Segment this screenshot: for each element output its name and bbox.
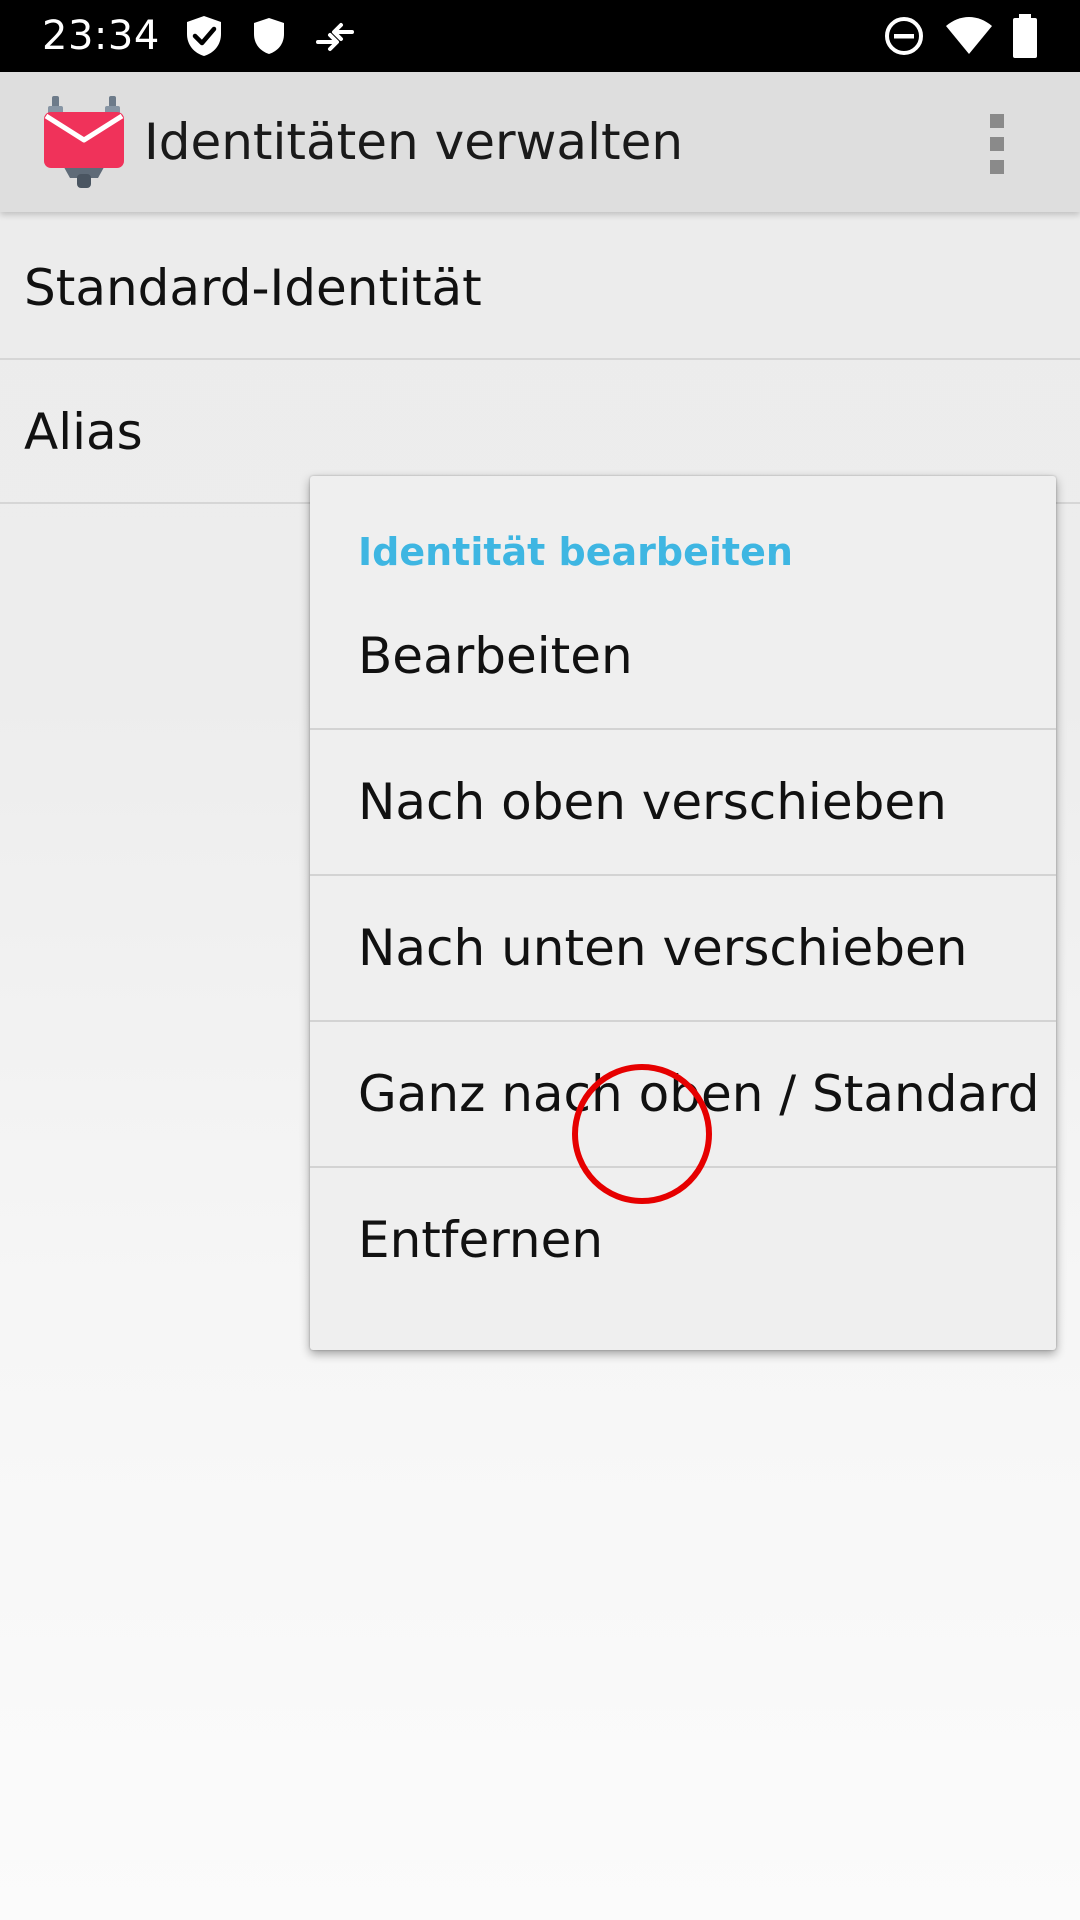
menu-item-label: Entfernen	[358, 1211, 604, 1269]
menu-item-label: Ganz nach oben / Standard	[358, 1065, 1040, 1123]
data-transfer-icon	[316, 23, 354, 51]
page-title: Identitäten verwalten	[144, 113, 684, 171]
overflow-menu-button[interactable]	[968, 108, 1024, 180]
wifi-icon	[946, 17, 992, 54]
menu-item-move-down[interactable]: Nach unten verschieben	[310, 876, 1056, 1022]
identity-label: Alias	[24, 403, 143, 461]
menu-item-remove[interactable]: Entfernen	[310, 1168, 1056, 1314]
app-bar: Identitäten verwalten	[0, 72, 1080, 212]
identity-list: Standard-Identität Alias	[0, 216, 1080, 504]
menu-item-move-to-top[interactable]: Ganz nach oben / Standard	[310, 1022, 1056, 1168]
menu-item-label: Bearbeiten	[358, 627, 633, 685]
more-vert-icon-dot	[990, 137, 1004, 151]
dialog-title: Identität bearbeiten	[358, 530, 793, 574]
shield-icon	[254, 18, 284, 54]
status-bar: 23:34	[0, 0, 1080, 72]
menu-item-edit[interactable]: Bearbeiten	[310, 584, 1056, 730]
battery-icon	[1013, 14, 1037, 58]
menu-item-label: Nach oben verschieben	[358, 773, 947, 831]
do-not-disturb-icon	[885, 17, 923, 55]
identity-label: Standard-Identität	[24, 259, 482, 317]
identity-item-standard[interactable]: Standard-Identität	[0, 216, 1080, 360]
k9-mail-logo	[44, 96, 124, 188]
more-vert-icon-dot	[990, 160, 1004, 174]
menu-item-move-up[interactable]: Nach oben verschieben	[310, 730, 1056, 876]
context-menu-dialog: Identität bearbeiten Bearbeiten Nach obe…	[310, 476, 1056, 1350]
status-time: 23:34	[42, 13, 160, 59]
shield-check-icon	[187, 16, 221, 56]
more-vert-icon-dot	[990, 114, 1004, 128]
menu-item-label: Nach unten verschieben	[358, 919, 968, 977]
